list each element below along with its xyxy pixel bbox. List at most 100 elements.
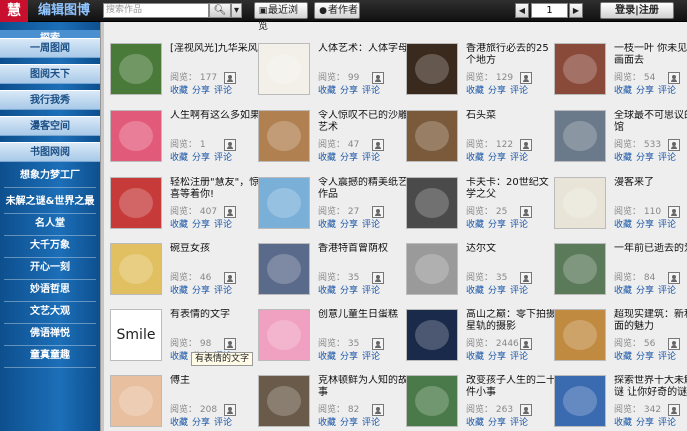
action-link[interactable]: 分享 — [488, 153, 506, 163]
action-link[interactable]: 收藏 — [318, 286, 336, 296]
action-link[interactable]: 评论 — [658, 352, 676, 362]
action-link[interactable]: 分享 — [192, 418, 210, 428]
action-link[interactable]: 分享 — [636, 220, 654, 230]
hotel-thumb[interactable] — [554, 110, 606, 162]
work-card[interactable]: 漫客来了 阅览： 110 收藏 分享 评论 — [554, 177, 687, 242]
action-link[interactable]: 分享 — [340, 153, 358, 163]
action-link[interactable]: 分享 — [192, 286, 210, 296]
work-card[interactable]: 高山之巅：零下拍摄星轨的摄影 阅览： 2446 收藏 分享 评论 — [406, 309, 556, 374]
portrait-thumb[interactable] — [258, 243, 310, 295]
collage-thumb[interactable] — [110, 177, 162, 229]
work-title[interactable]: 克林顿鲜为人知的故事 — [318, 375, 408, 401]
sidebar-item[interactable]: 图阅天下 — [0, 64, 100, 84]
work-title[interactable]: 人体艺术：人体字母 — [318, 43, 408, 69]
work-title[interactable]: 漫客来了 — [614, 177, 687, 203]
action-link[interactable]: 分享 — [192, 153, 210, 163]
action-link[interactable]: 分享 — [488, 220, 506, 230]
work-title[interactable]: 有表情的文字 — [170, 309, 260, 335]
cartoon-thumb[interactable] — [110, 375, 162, 427]
search-input[interactable]: 搜索作品 — [103, 3, 209, 18]
author-button[interactable]: ●者作者 — [314, 2, 360, 19]
action-link[interactable]: 评论 — [510, 153, 528, 163]
night-city-thumb[interactable] — [406, 43, 458, 95]
action-link[interactable]: 评论 — [362, 86, 380, 96]
action-link[interactable]: 收藏 — [614, 220, 632, 230]
smile-thumb[interactable]: Smile — [110, 309, 162, 361]
author-icon[interactable] — [224, 139, 236, 151]
action-link[interactable]: 分享 — [488, 352, 506, 362]
comic-thumb[interactable] — [554, 177, 606, 229]
lollipop-thumb[interactable] — [110, 110, 162, 162]
author-icon[interactable] — [668, 404, 680, 416]
author-icon[interactable] — [520, 206, 532, 218]
work-card[interactable]: 人生啊有这么多如果 阅览： 1 收藏 分享 评论 — [110, 110, 260, 175]
action-link[interactable]: 分享 — [192, 220, 210, 230]
author-icon[interactable] — [668, 338, 680, 350]
work-card[interactable]: 令人震撼的精美纸艺作品 阅览： 27 收藏 分享 评论 — [258, 177, 408, 242]
author-icon[interactable] — [224, 338, 236, 350]
action-link[interactable]: 评论 — [214, 418, 232, 428]
author-icon[interactable] — [668, 72, 680, 84]
author-icon[interactable] — [520, 272, 532, 284]
work-card[interactable]: 全球最不可思议的旅馆阅览： 533 收藏分享评论 — [554, 110, 687, 175]
author-icon[interactable] — [224, 404, 236, 416]
work-title[interactable]: 达尔文 — [466, 243, 556, 269]
landscape-thumb[interactable] — [110, 43, 162, 95]
action-link[interactable]: 评论 — [658, 286, 676, 296]
action-link[interactable]: 评论 — [658, 220, 676, 230]
author-icon[interactable] — [224, 272, 236, 284]
work-card[interactable]: 一枝一叶 你未见的画面去阅览： 54 收藏分享评论 — [554, 43, 687, 108]
work-title[interactable]: 探索世界十大未解之谜 让你好奇的谜团 — [614, 375, 687, 401]
author-icon[interactable] — [668, 206, 680, 218]
work-card[interactable]: 香港特首曾荫权 阅览： 35 收藏 分享 评论 — [258, 243, 406, 308]
action-link[interactable]: 收藏 — [614, 418, 632, 428]
work-title[interactable]: 碗豆女孩 — [170, 243, 260, 269]
work-title[interactable]: 傅主 — [170, 375, 260, 401]
search-dropdown-button[interactable]: ▾ — [231, 3, 242, 18]
work-title[interactable]: [淫视风光]九华采风 — [170, 43, 260, 69]
sidebar-item[interactable]: 我行我秀 — [0, 90, 100, 110]
action-link[interactable]: 分享 — [340, 286, 358, 296]
action-link[interactable]: 分享 — [488, 86, 506, 96]
action-link[interactable]: 分享 — [340, 418, 358, 428]
action-link[interactable]: 收藏 — [318, 153, 336, 163]
sand-sculpture-thumb[interactable] — [258, 110, 310, 162]
author-icon[interactable] — [372, 338, 384, 350]
work-card[interactable]: 达尔文 阅览： 35 收藏 分享 评论 — [406, 243, 554, 308]
action-link[interactable]: 评论 — [362, 286, 380, 296]
sidebar-item[interactable]: 开心一刻 — [0, 258, 100, 278]
sidebar-item[interactable]: 童真童趣 — [0, 346, 100, 366]
stone-dish-thumb[interactable] — [406, 110, 458, 162]
sidebar-item[interactable]: 名人堂 — [0, 214, 100, 234]
work-card[interactable]: 人体艺术：人体字母 阅览： 99 收藏 分享 评论 — [258, 43, 408, 108]
action-link[interactable]: 评论 — [362, 220, 380, 230]
work-card[interactable]: 傅主 阅览： 208 收藏 分享 评论 — [110, 375, 258, 431]
search-button[interactable]: 🔍︎ — [209, 3, 231, 18]
work-card[interactable]: 石头菜 阅览： 122 收藏 分享 评论 — [406, 110, 554, 175]
work-title[interactable]: 一枝一叶 你未见的画面去 — [614, 43, 687, 69]
star-trail-thumb[interactable] — [406, 309, 458, 361]
action-link[interactable]: 收藏 — [466, 418, 484, 428]
action-link[interactable]: 收藏 — [170, 418, 188, 428]
action-link[interactable]: 评论 — [362, 418, 380, 428]
work-card[interactable]: [淫视风光]九华采风 阅览： 177 收藏 分享 评论 — [110, 43, 258, 108]
mystery-thumb[interactable] — [554, 375, 606, 427]
action-link[interactable]: 分享 — [636, 418, 654, 428]
action-link[interactable]: 分享 — [636, 286, 654, 296]
action-link[interactable]: 分享 — [488, 286, 506, 296]
clinton-thumb[interactable] — [258, 375, 310, 427]
action-link[interactable]: 评论 — [362, 352, 380, 362]
page-number-input[interactable]: 1 — [531, 3, 568, 18]
work-card[interactable]: 创意儿童生日蛋糕 阅览： 35 收藏 分享 评论 — [258, 309, 406, 374]
action-link[interactable]: 收藏 — [466, 352, 484, 362]
work-card[interactable]: 令人惊叹不已的沙雕艺术 阅览： 47 收藏 分享 评论 — [258, 110, 408, 175]
work-title[interactable]: 超现实建筑：新和水面的魅力 — [614, 309, 687, 335]
work-title[interactable]: 一年前已逝去的爱 — [614, 243, 687, 269]
action-link[interactable]: 收藏 — [614, 86, 632, 96]
leaf-thumb[interactable] — [554, 43, 606, 95]
action-link[interactable]: 收藏 — [466, 86, 484, 96]
letter-a-thumb[interactable] — [258, 43, 310, 95]
action-link[interactable]: 收藏 — [170, 86, 188, 96]
action-link[interactable]: 评论 — [510, 352, 528, 362]
author-icon[interactable] — [520, 338, 532, 350]
